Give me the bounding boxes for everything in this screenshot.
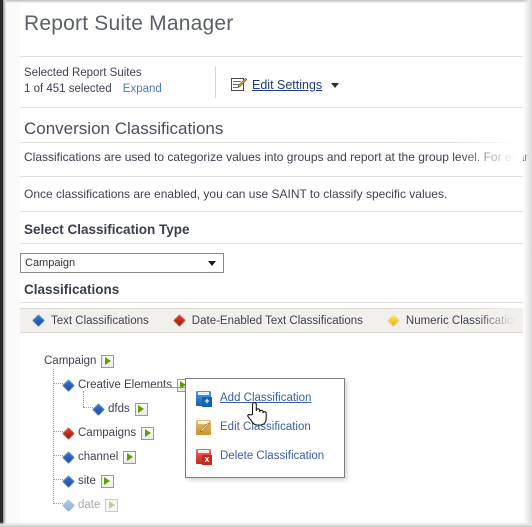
selected-report-suites-block: Selected Report Suites 1 of 451 selected…	[24, 66, 224, 97]
window-right-border	[523, 0, 532, 527]
legend-item-date-enabled-text-classifications: Date-Enabled Text Classifications	[172, 314, 363, 327]
tree-node-label: Campaigns	[78, 427, 137, 439]
selected-count-text: 1 of 451 selected	[24, 83, 112, 95]
header-divider	[20, 56, 523, 57]
tree-connector	[53, 479, 63, 480]
legend-label: Numeric Classifications	[405, 314, 523, 327]
document-pencil-icon	[231, 78, 247, 92]
menu-item-label: Edit Classification	[220, 421, 311, 433]
subheader-divider	[20, 107, 523, 108]
classifications-heading: Classifications	[24, 282, 120, 297]
diamond-blue-icon	[62, 474, 75, 488]
diamond-blue-icon	[32, 314, 45, 327]
tree-node-label: dfds	[108, 403, 130, 415]
green-arrow-icon[interactable]	[123, 450, 137, 464]
select-type-divider	[20, 243, 523, 244]
left-gutter	[6, 3, 20, 524]
legend-label: Text Classifications	[51, 314, 149, 327]
legend-item-numeric-classifications: Numeric Classifications	[387, 314, 523, 327]
diamond-blue-icon	[62, 450, 75, 464]
classification-type-value: Campaign	[25, 257, 76, 269]
green-arrow-icon[interactable]	[100, 474, 114, 488]
intro-paragraph-2: Once classifications are enabled, you ca…	[24, 187, 448, 201]
tree-node-label: channel	[78, 451, 119, 463]
paragraph-2-divider	[20, 211, 523, 212]
header-vertical-separator	[215, 66, 216, 98]
diamond-red-icon	[62, 426, 75, 440]
tree-connector	[53, 431, 63, 432]
tree-connector	[53, 383, 63, 384]
tree-node-date[interactable]: date	[62, 497, 119, 513]
caret-down-icon[interactable]	[331, 82, 340, 88]
diamond-red-icon	[172, 314, 186, 327]
expand-link[interactable]: Expand	[123, 83, 162, 95]
tree-node-campaigns[interactable]: Campaigns	[62, 425, 155, 441]
tree-node-label: Campaign	[44, 355, 97, 367]
tree-connector	[83, 407, 93, 408]
paragraph-divider	[20, 176, 523, 177]
tree-connector	[53, 369, 54, 504]
green-arrow-icon[interactable]	[105, 498, 119, 512]
page-title: Report Suite Manager	[24, 12, 234, 35]
menu-connector-line	[150, 387, 186, 388]
menu-item-label: Delete Classification	[220, 450, 325, 462]
window-top-border	[0, 0, 532, 3]
menu-item-edit-classification[interactable]: Edit Classification	[195, 416, 311, 438]
section-title-divider	[20, 142, 523, 143]
edit-classification-icon	[195, 419, 212, 436]
window-bottom-border	[0, 522, 532, 527]
legend-item-text-classifications: Text Classifications	[32, 314, 149, 327]
tree-connector	[53, 503, 63, 504]
chevron-down-icon	[208, 260, 216, 266]
edit-settings-label: Edit Settings	[252, 78, 323, 92]
intro-paragraph-1: Classifications are used to categorize v…	[24, 150, 532, 164]
select-classification-type-heading: Select Classification Type	[24, 222, 190, 237]
menu-item-label: Add Classification	[220, 392, 312, 404]
classification-context-menu: + Add Classification Edit Classification…	[185, 378, 345, 478]
tree-node-label: site	[78, 475, 96, 487]
menu-item-add-classification[interactable]: + Add Classification	[195, 387, 311, 409]
paragraph-clip-fade	[459, 140, 523, 170]
application-window: Report Suite Manager Selected Report Sui…	[0, 0, 532, 527]
pencil-glyph	[200, 422, 210, 432]
tree-node-creative-elements[interactable]: Creative Elements	[62, 377, 190, 393]
diamond-yellow-icon	[387, 314, 400, 327]
tree-connector	[53, 455, 63, 456]
green-arrow-icon[interactable]	[101, 354, 115, 368]
green-arrow-icon[interactable]	[134, 402, 148, 416]
section-title: Conversion Classifications	[24, 119, 224, 138]
tree-node-label: Creative Elements	[78, 379, 172, 391]
selected-count-row: 1 of 451 selected Expand	[24, 81, 224, 97]
tree-node-dfds[interactable]: dfds	[92, 401, 148, 417]
selected-report-suites-label: Selected Report Suites	[24, 67, 142, 79]
legend-label: Date-Enabled Text Classifications	[191, 314, 363, 327]
diamond-blue-icon	[92, 402, 105, 416]
diamond-blue-dim-icon	[62, 498, 75, 512]
menu-item-delete-classification[interactable]: x Delete Classification	[195, 445, 324, 467]
tree-node-label: date	[78, 499, 101, 511]
add-classification-icon: +	[195, 390, 212, 407]
tree-connector	[83, 391, 84, 407]
classification-legend-bar: Text Classifications Date-Enabled Text C…	[20, 308, 523, 333]
classifications-divider	[20, 302, 523, 303]
tree-node-campaign[interactable]: Campaign	[44, 353, 115, 369]
diamond-blue-icon	[62, 378, 75, 392]
green-arrow-icon[interactable]	[141, 426, 155, 440]
classification-type-dropdown[interactable]: Campaign	[20, 253, 224, 273]
edit-settings-button[interactable]: Edit Settings	[231, 76, 340, 94]
tree-node-channel[interactable]: channel	[62, 449, 137, 465]
tree-node-site[interactable]: site	[62, 473, 114, 489]
delete-classification-icon: x	[195, 448, 212, 465]
